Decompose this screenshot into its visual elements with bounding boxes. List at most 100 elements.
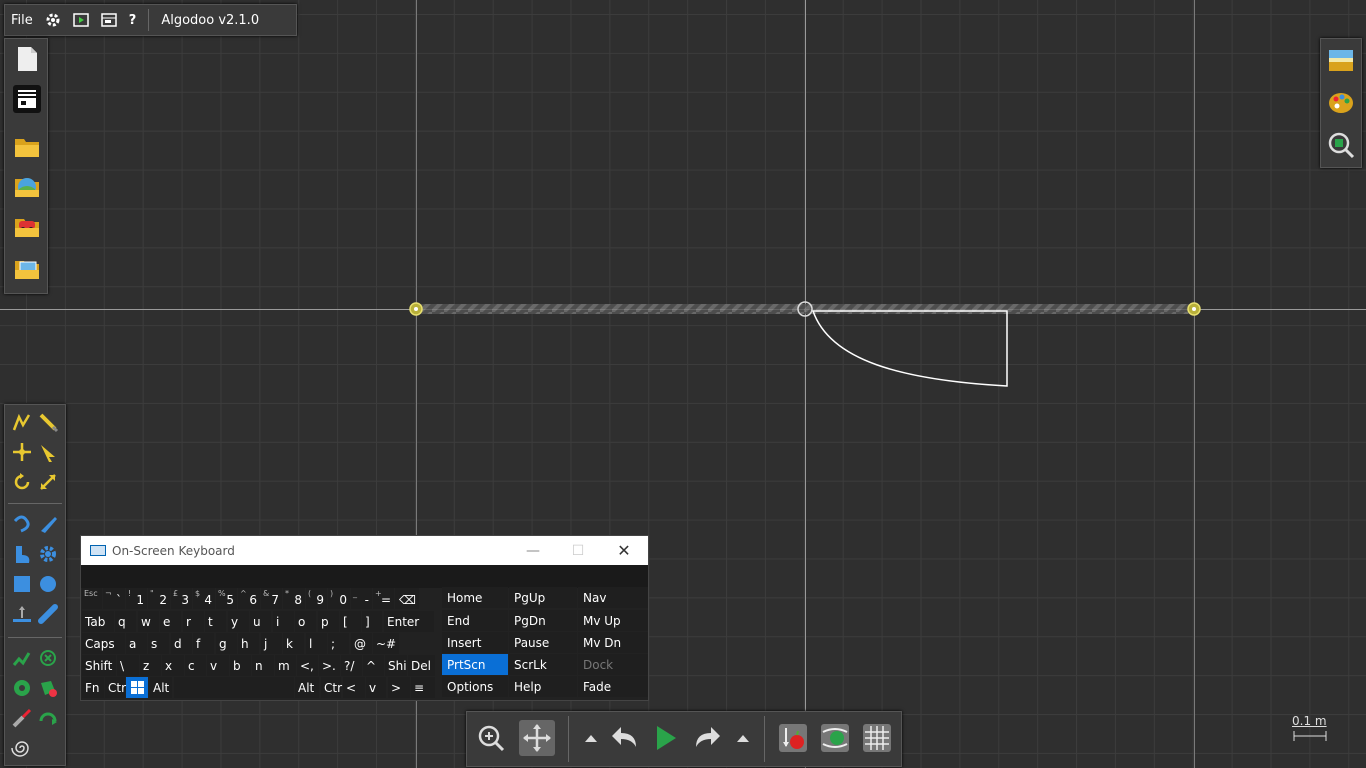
- key[interactable]: Alt: [150, 677, 172, 698]
- key[interactable]: Esc: [82, 588, 102, 609]
- key[interactable]: c: [185, 655, 206, 676]
- gravity-icon[interactable]: [775, 720, 811, 756]
- key[interactable]: f: [193, 633, 214, 654]
- key[interactable]: _ -: [351, 588, 372, 609]
- nav-key[interactable]: Help: [509, 676, 577, 697]
- gear-tool-icon[interactable]: [37, 543, 59, 565]
- zoom-object-icon[interactable]: [1327, 131, 1355, 159]
- key[interactable]: ~#: [373, 633, 399, 654]
- key[interactable]: <,: [297, 655, 318, 676]
- key[interactable]: Shift: [82, 655, 116, 676]
- key[interactable]: x: [162, 655, 184, 676]
- nav-key[interactable]: Insert: [442, 632, 508, 653]
- settings-icon[interactable]: [39, 5, 67, 35]
- nav-key[interactable]: Mv Dn: [578, 632, 648, 653]
- fixate-tool-icon[interactable]: [11, 647, 33, 669]
- open-online-icon[interactable]: [13, 173, 41, 201]
- open-gallery-icon[interactable]: [13, 255, 41, 283]
- key[interactable]: * 8: [283, 588, 305, 609]
- play-icon[interactable]: [647, 720, 683, 756]
- zoom-icon[interactable]: [473, 720, 509, 756]
- key[interactable]: Caps: [82, 633, 125, 654]
- key[interactable]: d: [171, 633, 192, 654]
- key[interactable]: >.: [319, 655, 340, 676]
- tracer-tool-icon[interactable]: [37, 677, 59, 699]
- key[interactable]: r: [183, 611, 204, 632]
- nav-key[interactable]: Options: [442, 676, 508, 697]
- file-menu[interactable]: File: [5, 5, 39, 35]
- air-friction-icon[interactable]: [817, 720, 853, 756]
- key[interactable]: £3: [171, 588, 192, 609]
- maximize-button[interactable]: ☐: [558, 536, 598, 565]
- windows-icon[interactable]: [126, 677, 148, 698]
- grid-icon[interactable]: [859, 720, 895, 756]
- nav-key[interactable]: Fade: [578, 676, 648, 697]
- spring-tool-icon[interactable]: [11, 513, 33, 535]
- key[interactable]: ) 0: [328, 588, 350, 609]
- palette-icon[interactable]: [1327, 89, 1355, 117]
- key[interactable]: e: [160, 611, 181, 632]
- pan-icon[interactable]: [519, 720, 555, 756]
- nav-key[interactable]: End: [442, 610, 508, 631]
- drag-tool-icon[interactable]: [37, 441, 59, 463]
- plane-tool-icon[interactable]: [11, 603, 33, 625]
- spiral-tool-icon[interactable]: [11, 737, 33, 759]
- key[interactable]: q: [115, 611, 136, 632]
- key[interactable]: Ctr: [105, 677, 126, 698]
- undo-icon[interactable]: [607, 720, 643, 756]
- key[interactable]: n: [252, 655, 274, 676]
- background-icon[interactable]: [1327, 47, 1355, 75]
- rotate-tool-icon[interactable]: [11, 471, 33, 493]
- key[interactable]: & 7: [261, 588, 282, 609]
- key[interactable]: (9: [306, 588, 327, 609]
- nav-key[interactable]: PgDn: [509, 610, 577, 631]
- key[interactable]: ^: [363, 655, 384, 676]
- window-icon[interactable]: [95, 5, 123, 35]
- nav-key[interactable]: PrtScn: [442, 654, 508, 675]
- key[interactable]: s: [148, 633, 169, 654]
- key[interactable]: j: [261, 633, 282, 654]
- key[interactable]: " 2: [148, 588, 170, 609]
- key[interactable]: ! 1: [126, 588, 147, 609]
- key[interactable]: a: [126, 633, 147, 654]
- move-tool-icon[interactable]: [11, 441, 33, 463]
- space-key[interactable]: [174, 677, 294, 698]
- key[interactable]: v: [207, 655, 229, 676]
- key[interactable]: Fn: [82, 677, 104, 698]
- key[interactable]: Shi: [385, 655, 407, 676]
- key[interactable]: ⌫: [395, 588, 419, 609]
- key[interactable]: ]: [362, 611, 382, 632]
- key[interactable]: ≡: [411, 677, 435, 698]
- key[interactable]: v: [366, 677, 386, 698]
- hinge-tool-icon[interactable]: [37, 647, 59, 669]
- nav-key[interactable]: PgUp: [509, 587, 577, 608]
- laser-tool-icon[interactable]: [11, 707, 33, 729]
- circle-tool-icon[interactable]: [37, 573, 59, 595]
- minimize-button[interactable]: —: [513, 536, 553, 565]
- key[interactable]: w: [138, 611, 159, 632]
- chain-tool-icon[interactable]: [37, 603, 59, 625]
- key[interactable]: Del: [408, 655, 435, 676]
- nav-key[interactable]: Dock: [578, 654, 648, 675]
- nav-key[interactable]: Nav: [578, 587, 648, 608]
- key[interactable]: [: [340, 611, 361, 632]
- key[interactable]: Tab: [82, 611, 114, 632]
- key[interactable]: Ctr: [321, 677, 342, 698]
- key[interactable]: + =: [373, 588, 394, 609]
- nav-key[interactable]: Home: [442, 587, 508, 608]
- key[interactable]: m: [275, 655, 296, 676]
- key[interactable]: ¬ `: [103, 588, 125, 609]
- open-folder-icon[interactable]: [13, 133, 41, 161]
- key[interactable]: l: [306, 633, 327, 654]
- key[interactable]: Enter: [384, 611, 434, 632]
- play-scene-icon[interactable]: [67, 5, 95, 35]
- key[interactable]: z: [140, 655, 161, 676]
- nav-key[interactable]: Pause: [509, 632, 577, 653]
- key[interactable]: k: [283, 633, 304, 654]
- box-tool-icon[interactable]: [11, 573, 33, 595]
- pencil-tool-icon[interactable]: [37, 411, 59, 433]
- undo-options-icon[interactable]: [573, 720, 609, 756]
- redo-options-icon[interactable]: [725, 720, 761, 756]
- key[interactable]: y: [228, 611, 249, 632]
- sketch-tool-icon[interactable]: [11, 411, 33, 433]
